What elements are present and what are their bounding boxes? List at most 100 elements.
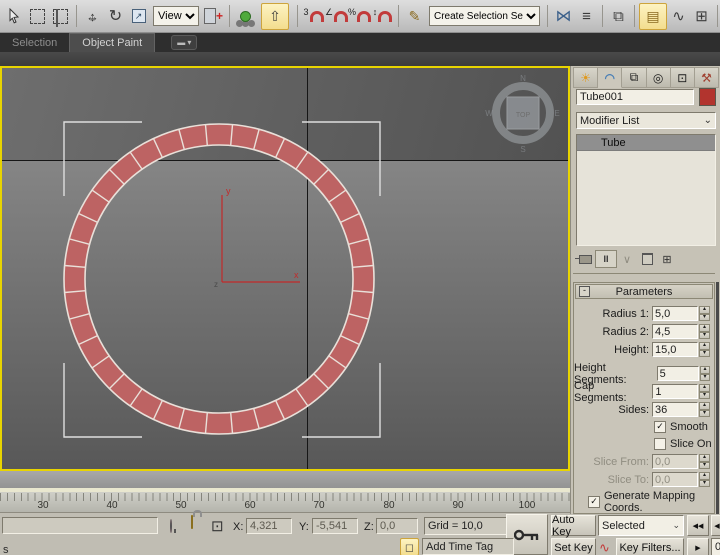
select-and-scale-icon[interactable]: ↗ bbox=[127, 4, 150, 29]
radius2-spinner[interactable]: ▴▾ bbox=[699, 324, 710, 339]
key-filters-button[interactable]: Key Filters... bbox=[616, 538, 684, 555]
selected-filter-dropdown[interactable]: Selected⌄ bbox=[598, 515, 684, 536]
create-tab[interactable]: ☀ bbox=[573, 67, 598, 88]
tab-object-paint[interactable]: Object Paint bbox=[69, 33, 155, 52]
generate-mapping-checkbox[interactable]: ✓ bbox=[588, 496, 600, 508]
viewport-top[interactable]: y x z TOP N S W E bbox=[0, 66, 570, 471]
pin-stack-icon[interactable] bbox=[575, 251, 595, 267]
rollout-header[interactable]: - Parameters bbox=[575, 284, 713, 299]
cursor-icon bbox=[7, 8, 22, 24]
viewcube-south-label: S bbox=[520, 145, 525, 154]
previous-frame-button[interactable]: ◀ bbox=[711, 515, 720, 536]
align-icon[interactable]: ≡ bbox=[575, 4, 598, 29]
spinner-up-icon[interactable]: ▴ bbox=[699, 402, 710, 410]
height-input[interactable]: 15,0 bbox=[652, 342, 698, 357]
stack-item-tube[interactable]: Tube bbox=[577, 135, 715, 151]
viewcube-top-face[interactable]: TOP bbox=[516, 112, 531, 119]
cap-segments-input[interactable]: 1 bbox=[652, 384, 698, 399]
reference-coordinate-system-dropdown[interactable]: View bbox=[153, 6, 199, 26]
slice-on-checkbox[interactable] bbox=[654, 438, 666, 450]
schematic-view-icon[interactable]: ⊞ bbox=[690, 4, 713, 29]
radius1-spinner[interactable]: ▴▾ bbox=[699, 306, 710, 321]
next-frame-button[interactable]: ▶ bbox=[687, 538, 709, 555]
snaps-toggle-3d-icon[interactable]: 3 bbox=[302, 4, 325, 29]
toggle-scene-explorer-icon[interactable]: ▤ bbox=[639, 3, 667, 30]
curve-editor-icon[interactable]: ∿ bbox=[667, 4, 690, 29]
tab-selection[interactable]: Selection bbox=[0, 33, 69, 52]
main-toolbar: ↔ ↕ ↻ ↗ View + ⇧ 3 ∠ % ↕ ✎ Create Select… bbox=[0, 0, 720, 33]
add-time-tag-button[interactable]: Add Time Tag bbox=[422, 538, 514, 555]
angle-snap-toggle-icon[interactable]: ∠ bbox=[325, 4, 348, 29]
go-to-start-button[interactable]: ◀◀ bbox=[687, 515, 709, 536]
spinner-down-icon[interactable]: ▾ bbox=[699, 410, 710, 418]
selection-lock-icon[interactable] bbox=[191, 516, 193, 528]
keyboard-shortcut-override-toggle[interactable]: ⇧ bbox=[261, 3, 289, 30]
show-end-result-icon[interactable]: II bbox=[595, 250, 617, 268]
x-coordinate-field[interactable]: 4,321 bbox=[246, 518, 292, 534]
smooth-checkbox[interactable]: ✓ bbox=[654, 421, 666, 433]
mirror-icon[interactable]: ⋈ bbox=[552, 4, 575, 29]
select-and-move-icon[interactable]: ↔ ↕ bbox=[81, 4, 104, 29]
cap-segments-spinner[interactable]: ▴▾ bbox=[699, 384, 710, 399]
current-frame-field[interactable]: 0 bbox=[711, 538, 720, 555]
time-tag-cube-toggle[interactable]: ◻ bbox=[400, 538, 419, 555]
remove-modifier-icon[interactable] bbox=[637, 251, 657, 267]
tube-object[interactable] bbox=[64, 124, 374, 434]
height-segments-spinner[interactable]: ▴▾ bbox=[700, 366, 710, 381]
set-key-button[interactable]: Set Key bbox=[551, 538, 596, 555]
new-key-default-in-out-tangents-icon[interactable]: ∿ bbox=[599, 540, 610, 555]
spinner-down-icon[interactable]: ▾ bbox=[700, 374, 710, 382]
select-object-icon[interactable] bbox=[3, 4, 26, 29]
panel-scrollbar[interactable] bbox=[716, 282, 719, 514]
separator bbox=[297, 5, 298, 27]
object-color-swatch[interactable] bbox=[699, 88, 716, 106]
modifier-stack-list[interactable]: Tube bbox=[576, 134, 716, 246]
utilities-tab[interactable]: ⚒ bbox=[695, 67, 719, 88]
z-coordinate-field[interactable]: 0,0 bbox=[376, 518, 418, 534]
display-tab[interactable]: ⊡ bbox=[671, 67, 695, 88]
make-unique-icon[interactable]: ∨ bbox=[617, 251, 637, 267]
auto-key-button[interactable]: Auto Key bbox=[551, 515, 596, 536]
spinner-down-icon[interactable]: ▾ bbox=[699, 332, 710, 340]
spinner-up-icon[interactable]: ▴ bbox=[699, 342, 710, 350]
modify-tab[interactable]: ◠ bbox=[598, 67, 622, 88]
configure-modifier-sets-icon[interactable]: ⊞ bbox=[657, 251, 677, 267]
spinner-up-icon[interactable]: ▴ bbox=[700, 366, 710, 374]
timeline-ruler[interactable]: 30 40 50 60 70 80 90 100 bbox=[0, 488, 570, 513]
spinner-down-icon[interactable]: ▾ bbox=[699, 314, 710, 322]
spinner-snap-toggle-icon[interactable]: ↕ bbox=[371, 4, 394, 29]
isolate-selection-icon[interactable] bbox=[170, 520, 172, 532]
separator bbox=[602, 5, 603, 27]
y-coordinate-field[interactable]: -5,541 bbox=[312, 518, 358, 534]
spinner-down-icon[interactable]: ▾ bbox=[699, 392, 710, 400]
edit-named-selection-sets-icon[interactable]: ✎ bbox=[403, 4, 426, 29]
window-crossing-icon[interactable] bbox=[49, 4, 72, 29]
rectangular-selection-region-icon[interactable] bbox=[26, 4, 49, 29]
spinner-up-icon[interactable]: ▴ bbox=[699, 324, 710, 332]
viewcube[interactable]: TOP N S W E bbox=[485, 74, 559, 154]
spinner-up-icon[interactable]: ▴ bbox=[699, 306, 710, 314]
real-world-checkbox[interactable] bbox=[588, 513, 600, 514]
sides-input[interactable]: 36 bbox=[652, 402, 698, 417]
sides-spinner[interactable]: ▴▾ bbox=[699, 402, 710, 417]
percent-snap-toggle-icon[interactable]: % bbox=[348, 4, 371, 29]
spinner-up-icon[interactable]: ▴ bbox=[699, 384, 710, 392]
ribbon-flyout-button[interactable]: ▬ ▾ bbox=[171, 35, 197, 50]
select-and-manipulate-icon[interactable] bbox=[234, 4, 257, 29]
radius2-input[interactable]: 4,5 bbox=[652, 324, 698, 339]
status-line-field[interactable] bbox=[2, 517, 158, 534]
use-pivot-point-center-icon[interactable]: + bbox=[202, 4, 225, 29]
spinner-down-icon[interactable]: ▾ bbox=[699, 350, 710, 358]
height-segments-input[interactable]: 5 bbox=[657, 366, 699, 381]
time-slider-track[interactable] bbox=[0, 471, 570, 488]
layer-manager-icon[interactable]: ⧉ bbox=[607, 4, 630, 29]
height-spinner[interactable]: ▴▾ bbox=[699, 342, 710, 357]
radius1-input[interactable]: 5,0 bbox=[652, 306, 698, 321]
object-name-field[interactable]: Tube001 bbox=[576, 89, 694, 105]
hierarchy-tab[interactable]: ⧉ bbox=[622, 67, 646, 88]
select-and-rotate-icon[interactable]: ↻ bbox=[104, 4, 127, 29]
modifier-list-dropdown[interactable]: Modifier List⌄ bbox=[576, 112, 716, 129]
absolute-offset-mode-icon[interactable]: ⊡ bbox=[211, 517, 224, 535]
named-selection-sets-dropdown[interactable]: Create Selection Se bbox=[429, 6, 540, 26]
motion-tab[interactable]: ◎ bbox=[647, 67, 671, 88]
